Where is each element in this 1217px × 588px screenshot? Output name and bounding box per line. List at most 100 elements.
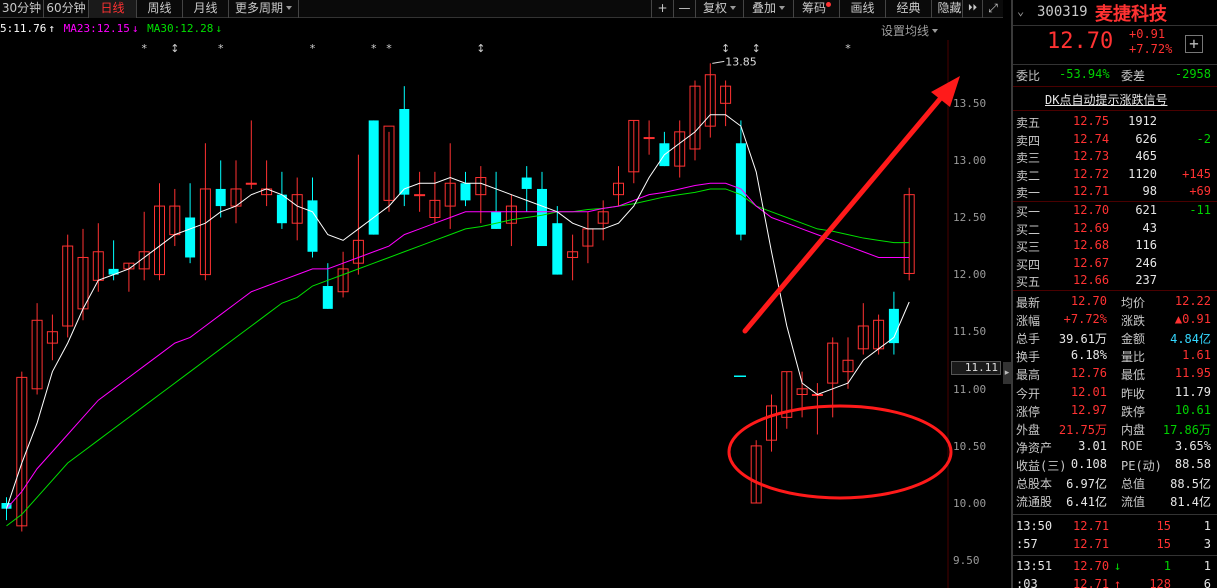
collapse-panel-handle[interactable]: ▸	[1003, 362, 1011, 384]
more-periods-label: 更多周期	[234, 1, 283, 15]
stat-label: 内盘	[1121, 422, 1146, 437]
chevron-down-icon[interactable]: ⌄	[1017, 4, 1024, 18]
classic-button[interactable]: 经典	[885, 0, 931, 18]
chips-button[interactable]: 筹码	[793, 0, 839, 18]
candle-body	[460, 183, 471, 201]
stat-label: 金额	[1121, 332, 1146, 347]
stat-value: 0.108	[1070, 456, 1107, 471]
candle-body	[245, 182, 257, 185]
signal-banner[interactable]: DK点自动提示涨跌信号	[1013, 90, 1217, 108]
ma23-value: MA23:12.15	[63, 22, 130, 35]
stats-row: 涨停 12.97 跌停 10.61	[1013, 402, 1217, 420]
bid-row[interactable]: 买一 12.70 621 -11	[1013, 202, 1217, 220]
ask-row[interactable]: 卖五 12.75 1912	[1013, 113, 1217, 131]
ask-row[interactable]: 卖一 12.71 98 +69	[1013, 183, 1217, 201]
stat-value: 6.41亿	[1066, 495, 1107, 510]
level-price: 12.73	[1073, 149, 1110, 164]
candle-body	[414, 194, 426, 197]
candle-body	[215, 188, 226, 207]
add-watchlist-button[interactable]: +	[1185, 35, 1203, 53]
fullscreen-icon[interactable]: ⤢	[982, 0, 1003, 18]
overlay-dropdown[interactable]: 叠加	[743, 0, 793, 18]
draw-line-button[interactable]: 画线	[839, 0, 885, 18]
stats-row: 流通股 6.41亿 流值 81.4亿	[1013, 492, 1217, 510]
event-marker: ↕	[170, 42, 179, 55]
adjust-rights-dropdown[interactable]: 复权	[695, 0, 743, 18]
stat-value: 3.65%	[1174, 438, 1211, 453]
ask-row[interactable]: 卖四 12.74 626 -2	[1013, 131, 1217, 149]
candle-body	[399, 109, 410, 195]
stats-row: 总手 39.61万 金额 4.84亿	[1013, 329, 1217, 347]
ask-row[interactable]: 卖二 12.72 1120 +145	[1013, 166, 1217, 184]
bid-row[interactable]: 买四 12.67 246	[1013, 255, 1217, 273]
crosshair-price-readout: 11.11	[951, 361, 1001, 375]
fast-forward-icon[interactable]: ⏵⏵	[962, 0, 982, 18]
level-price: 12.71	[1073, 184, 1110, 199]
tick-count: 3	[1203, 537, 1211, 551]
y-tick-label: 12.50	[953, 211, 987, 224]
stat-label: 净资产	[1016, 440, 1053, 455]
arrow-down-icon: ↓	[1114, 559, 1122, 573]
stat-value: 11.79	[1174, 384, 1211, 399]
stat-value: +7.72%	[1063, 312, 1107, 327]
tick-price: 12.71	[1073, 577, 1110, 588]
stat-label: 最新	[1016, 296, 1041, 310]
level-label: 卖二	[1016, 168, 1041, 183]
candle-body	[185, 217, 196, 258]
level-volume: 465	[1135, 149, 1157, 164]
stat-value: 21.75万	[1058, 422, 1107, 437]
level-volume: 246	[1135, 255, 1157, 270]
more-periods-dropdown[interactable]: 更多周期	[229, 0, 299, 18]
y-tick-label: 13.50	[953, 97, 987, 110]
bid-row[interactable]: 买三 12.68 116	[1013, 237, 1217, 255]
event-marker: ↕	[476, 42, 485, 55]
event-marker: ↕	[721, 42, 730, 55]
annotation-ellipse	[727, 404, 953, 500]
ma-settings-dropdown[interactable]: 设置均线	[881, 22, 939, 39]
stat-value: 12.70	[1070, 294, 1107, 308]
tab-30min[interactable]: 30分钟	[0, 0, 44, 18]
period-toolbar: 30分钟 60分钟 日线 周线 月线 更多周期 + — 复权 叠加 筹码 画线 …	[0, 0, 1003, 18]
quote-panel: ⌄ 300319 麦捷科技 12.70 +0.91 +7.72% + 委比 -5…	[1011, 0, 1217, 588]
tab-daily[interactable]: 日线	[89, 0, 137, 18]
stat-value: 12.76	[1070, 366, 1107, 381]
stat-label: 涨幅	[1016, 314, 1041, 329]
signal-banner-link[interactable]: DK点自动提示涨跌信号	[1045, 91, 1167, 108]
stat-value: 10.61	[1174, 402, 1211, 417]
arrow-up-icon: ↑	[1114, 577, 1122, 588]
level-delta: -11	[1189, 203, 1211, 217]
tab-monthly[interactable]: 月线	[183, 0, 229, 18]
bid-row[interactable]: 买二 12.69 43	[1013, 220, 1217, 238]
stat-value: 81.4亿	[1170, 495, 1211, 510]
tick-time: :57	[1016, 537, 1038, 551]
event-marker: *	[141, 42, 147, 55]
tick-row: :03 12.71 ↑ 128 6	[1013, 576, 1217, 588]
tab-weekly[interactable]: 周线	[137, 0, 183, 18]
level-price: 12.66	[1073, 273, 1110, 288]
zoom-out-button[interactable]: —	[673, 0, 695, 18]
level-volume: 621	[1135, 203, 1157, 217]
stat-value: 17.86万	[1162, 422, 1211, 437]
zoom-in-button[interactable]: +	[651, 0, 673, 18]
tick-row: 13:50 12.71 15 1	[1013, 518, 1217, 536]
high-price-label: 13.85	[725, 55, 757, 68]
level-volume: 1120	[1128, 166, 1157, 181]
candle-body	[521, 177, 532, 189]
event-marker: *	[371, 42, 377, 55]
stat-label: 今开	[1016, 386, 1041, 401]
stat-label: 总手	[1016, 332, 1041, 347]
stat-value: 12.97	[1070, 402, 1107, 417]
notification-dot-icon	[826, 2, 831, 7]
price-change-pct: +7.72%	[1129, 42, 1173, 56]
stats-row: 外盘 21.75万 内盘 17.86万	[1013, 420, 1217, 438]
stat-label: 外盘	[1016, 422, 1041, 437]
ask-row[interactable]: 卖三 12.73 465	[1013, 148, 1217, 166]
level-label: 卖一	[1016, 186, 1041, 201]
bid-row[interactable]: 买五 12.66 237	[1013, 272, 1217, 290]
price-change: +0.91	[1129, 27, 1166, 41]
tick-time: 13:51	[1016, 559, 1053, 573]
ma30-line	[6, 188, 910, 527]
level-price: 12.70	[1073, 203, 1110, 217]
tab-60min[interactable]: 60分钟	[44, 0, 89, 18]
candlestick-chart[interactable]: * ↕ * * * * ↕ ↕ ↕ * 13.85	[0, 40, 1003, 588]
